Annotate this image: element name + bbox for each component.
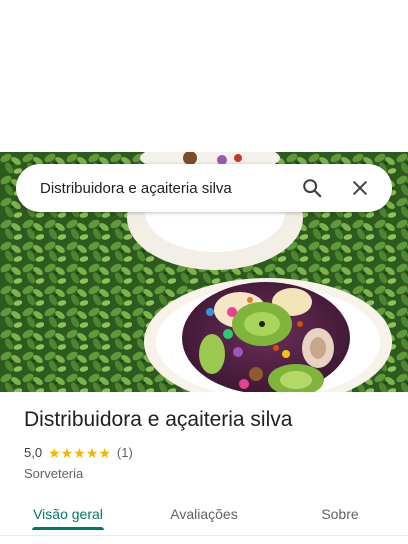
star-icon: ★ [85, 444, 99, 461]
tab-reviews[interactable]: Avaliações [136, 492, 272, 536]
close-icon[interactable] [342, 170, 378, 206]
tab-label: Sobre [321, 506, 359, 522]
star-icon: ★ [73, 444, 86, 461]
search-bar[interactable]: Distribuidora e açaiteria silva [16, 164, 392, 212]
tab-about[interactable]: Sobre [272, 492, 408, 536]
tab-label: Avaliações [170, 506, 238, 522]
place-title: Distribuidora e açaiteria silva [24, 408, 293, 431]
tab-label: Visão geral [33, 506, 103, 522]
search-input[interactable]: Distribuidora e açaiteria silva [40, 180, 294, 197]
tab-divider [0, 535, 408, 536]
rating-value: 5,0 [24, 445, 43, 460]
star-rating: ★ ★ ★ ★ ★ [48, 446, 111, 460]
star-icon: ★ [98, 444, 111, 461]
place-category: Sorveteria [24, 466, 84, 481]
rating-row[interactable]: 5,0 ★ ★ ★ ★ ★ (1) [24, 445, 133, 460]
star-icon: ★ [48, 444, 61, 461]
search-icon[interactable] [294, 170, 330, 206]
place-tabs: Visão geral Avaliações Sobre [0, 492, 408, 536]
star-icon: ★ [60, 444, 74, 461]
tab-overview[interactable]: Visão geral [0, 492, 136, 536]
review-count[interactable]: (1) [117, 445, 133, 460]
